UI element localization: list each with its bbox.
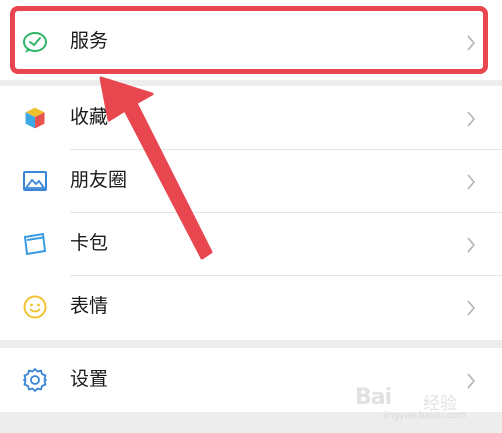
- picture-icon: [23, 171, 47, 191]
- card-icon: [23, 232, 47, 256]
- menu-item-stickers[interactable]: 表情: [0, 275, 502, 339]
- menu-item-moments[interactable]: 朋友圈: [0, 149, 502, 213]
- wechat-me-menu: 服务 收藏 朋友圈 卡包 表情 设置 Bai 经验 jingyan.baidu.…: [0, 0, 502, 433]
- menu-item-settings-label: 设置: [70, 368, 109, 390]
- cube-icon: [24, 106, 46, 130]
- watermark-brand: Bai: [355, 385, 392, 410]
- features-group: 收藏 朋友圈 卡包 表情: [0, 86, 502, 340]
- smiley-icon: [23, 295, 47, 319]
- menu-item-cards[interactable]: 卡包: [0, 212, 502, 276]
- chevron-right-icon: [467, 300, 476, 316]
- chevron-right-icon: [467, 237, 476, 253]
- menu-item-favorites-label: 收藏: [70, 106, 109, 128]
- watermark-url: jingyan.baidu.com: [383, 411, 467, 421]
- menu-item-stickers-label: 表情: [70, 295, 109, 317]
- baidu-watermark: Bai 经验 jingyan.baidu.com: [355, 375, 500, 425]
- menu-item-favorites[interactable]: 收藏: [0, 86, 502, 150]
- chevron-right-icon: [467, 174, 476, 190]
- chevron-right-icon: [467, 111, 476, 127]
- highlight-box: [10, 6, 488, 74]
- menu-item-cards-label: 卡包: [70, 232, 109, 254]
- gear-icon: [23, 368, 47, 392]
- menu-item-moments-label: 朋友圈: [70, 169, 128, 191]
